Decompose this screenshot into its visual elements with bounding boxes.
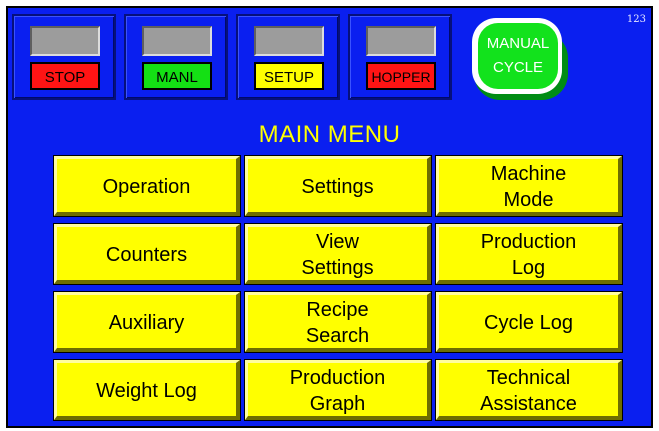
setup-indicator[interactable]: SETUP [236,14,340,100]
hopper-label: HOPPER [366,62,436,90]
technical-assistance-button[interactable]: Technical Assistance [436,360,622,420]
stop-label: STOP [30,62,100,90]
settings-button-label: Settings [301,176,374,198]
hopper-indicator[interactable]: HOPPER [348,14,452,100]
cycle-button-line1: MANUAL [486,35,550,52]
manl-indicator[interactable]: MANL [124,14,228,100]
manual-cycle-button[interactable]: MANUAL CYCLE [470,16,574,104]
stop-indicator[interactable]: STOP [12,14,116,100]
setup-lamp [254,26,324,56]
cycle-log-button[interactable]: Cycle Log [436,292,622,352]
cycle-button-face: MANUAL CYCLE [478,23,558,89]
stop-lamp [30,26,100,56]
auxiliary-button-label: Auxiliary [108,312,185,334]
production-graph-button[interactable]: Production Graph [245,360,431,420]
manl-lamp [142,26,212,56]
recipe-search-button[interactable]: Recipe Search [245,292,431,352]
counters-button[interactable]: Counters [54,224,240,284]
technical-assistance-button-label: Technical Assistance [480,367,577,415]
page-title: MAIN MENU [258,121,401,148]
hopper-lamp [366,26,436,56]
counters-button-label: Counters [105,244,188,266]
auxiliary-button[interactable]: Auxiliary [54,292,240,352]
machine-mode-button-label: Machine Mode [490,163,567,211]
operation-button-label: Operation [102,176,191,198]
operation-button[interactable]: Operation [54,156,240,216]
machine-mode-button[interactable]: Machine Mode [436,156,622,216]
view-settings-button[interactable]: View Settings [245,224,431,284]
production-graph-button-label: Production Graph [289,367,386,415]
cycle-button-line2: CYCLE [492,59,544,76]
view-settings-button-label: View Settings [301,231,374,279]
weight-log-button[interactable]: Weight Log [54,360,240,420]
cycle-log-button-label: Cycle Log [484,312,573,334]
production-log-button[interactable]: Production Log [436,224,622,284]
recipe-search-button-label: Recipe Search [305,299,370,347]
hmi-screen: 123 STOP MANL SETUP HOPPER MANUAL CYCLE … [6,6,653,428]
setup-label: SETUP [254,62,324,90]
screen-number: 123 [626,14,646,25]
production-log-button-label: Production Log [480,231,577,279]
weight-log-button-label: Weight Log [96,380,197,402]
settings-button[interactable]: Settings [245,156,431,216]
manl-label: MANL [142,62,212,90]
